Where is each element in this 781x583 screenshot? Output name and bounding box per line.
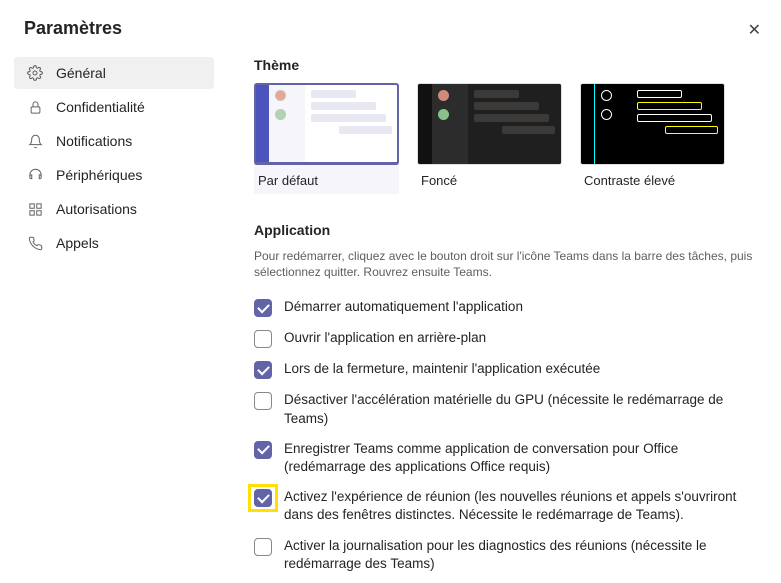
sidebar-item-permissions[interactable]: Autorisations <box>14 193 214 225</box>
checkbox-label: Désactiver l'accélération matérielle du … <box>284 391 763 427</box>
checkbox-label: Lors de la fermeture, maintenir l'applic… <box>284 360 600 378</box>
checkbox[interactable] <box>254 392 272 410</box>
checkbox[interactable] <box>254 441 272 459</box>
sidebar-item-privacy[interactable]: Confidentialité <box>14 91 214 123</box>
theme-preview-high-contrast <box>580 83 725 165</box>
checkbox-label: Démarrer automatiquement l'application <box>284 298 523 316</box>
sidebar-item-label: Autorisations <box>56 201 137 217</box>
checkbox-row: Lors de la fermeture, maintenir l'applic… <box>254 354 763 385</box>
checkbox[interactable] <box>254 361 272 379</box>
application-help-text: Pour redémarrer, cliquez avec le bouton … <box>254 248 763 280</box>
sidebar-item-label: Périphériques <box>56 167 142 183</box>
checkbox-row: Désactiver l'accélération matérielle du … <box>254 385 763 433</box>
sidebar-item-general[interactable]: Général <box>14 57 214 89</box>
checkbox-row: Démarrer automatiquement l'application <box>254 292 763 323</box>
sidebar-item-calls[interactable]: Appels <box>14 227 214 259</box>
headset-icon <box>26 168 44 183</box>
checkbox-label: Activer la journalisation pour les diagn… <box>284 537 763 573</box>
theme-label: Foncé <box>417 171 562 194</box>
theme-preview-default <box>254 83 399 165</box>
theme-option-high-contrast[interactable]: Contraste élevé <box>580 83 725 194</box>
sidebar-item-label: Notifications <box>56 133 132 149</box>
checkbox-row: Activez l'expérience de réunion (les nou… <box>254 482 763 530</box>
theme-section-title: Thème <box>254 57 763 73</box>
phone-icon <box>26 236 44 251</box>
gear-icon <box>26 65 44 81</box>
theme-preview-dark <box>417 83 562 165</box>
sidebar-item-devices[interactable]: Périphériques <box>14 159 214 191</box>
checkbox-row: Activer la journalisation pour les diagn… <box>254 531 763 579</box>
checkbox[interactable] <box>254 330 272 348</box>
sidebar-item-label: Confidentialité <box>56 99 145 115</box>
grid-icon <box>26 202 44 217</box>
checkbox[interactable] <box>254 538 272 556</box>
checkbox[interactable] <box>254 299 272 317</box>
theme-label: Contraste élevé <box>580 171 725 194</box>
theme-label: Par défaut <box>254 171 399 194</box>
window-title: Paramètres <box>24 18 122 39</box>
checkbox-label: Ouvrir l'application en arrière-plan <box>284 329 486 347</box>
checkbox[interactable] <box>254 489 272 507</box>
bell-icon <box>26 134 44 149</box>
checkbox-row: Enregistrer Teams comme application de c… <box>254 434 763 482</box>
sidebar: Général Confidentialité Notifications Pé… <box>14 57 214 579</box>
theme-option-default[interactable]: Par défaut <box>254 83 399 194</box>
close-button[interactable]: ✕ <box>740 16 769 44</box>
close-icon: ✕ <box>748 22 761 39</box>
checkbox-row: Ouvrir l'application en arrière-plan <box>254 323 763 354</box>
main-panel: Thème Par défaut Foncé Contraste élevé <box>214 57 771 579</box>
sidebar-item-notifications[interactable]: Notifications <box>14 125 214 157</box>
sidebar-item-label: Appels <box>56 235 99 251</box>
sidebar-item-label: Général <box>56 65 106 81</box>
checkbox-label: Activez l'expérience de réunion (les nou… <box>284 488 763 524</box>
application-section-title: Application <box>254 222 763 238</box>
theme-option-dark[interactable]: Foncé <box>417 83 562 194</box>
checkbox-label: Enregistrer Teams comme application de c… <box>284 440 763 476</box>
lock-icon <box>26 100 44 115</box>
